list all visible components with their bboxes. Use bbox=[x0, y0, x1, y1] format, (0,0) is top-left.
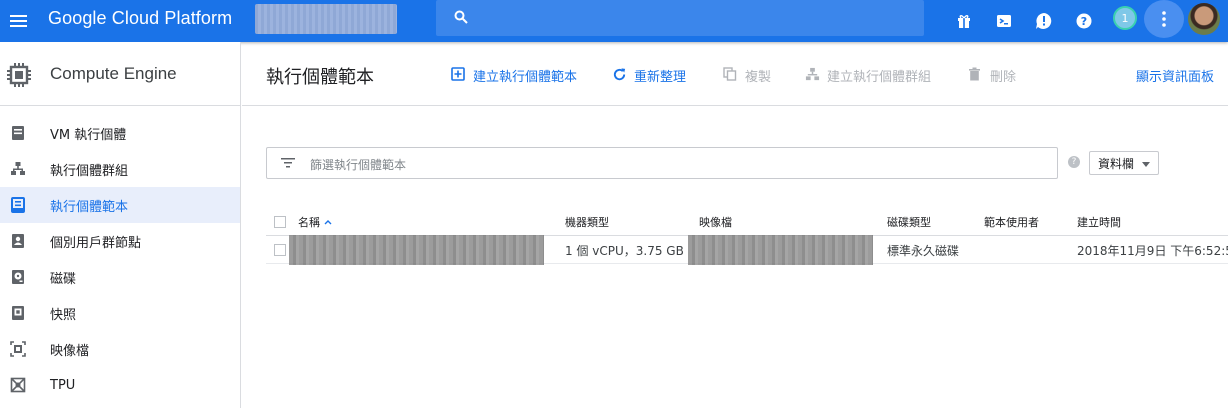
sidebar-item-label: 磁碟 bbox=[50, 271, 77, 287]
sole-tenant-icon bbox=[12, 234, 24, 248]
column-header-image[interactable]: 映像檔 bbox=[699, 208, 732, 236]
instance-groups-icon bbox=[805, 67, 821, 83]
column-header-in-use-by[interactable]: 範本使用者 bbox=[984, 208, 1039, 236]
add-box-icon bbox=[451, 67, 467, 83]
alert-icon[interactable] bbox=[1032, 9, 1056, 33]
delete-button[interactable]: 刪除 bbox=[968, 66, 1016, 85]
column-header-created[interactable]: 建立時間 bbox=[1077, 208, 1121, 236]
caret-down-icon bbox=[1142, 162, 1150, 167]
filter-input[interactable]: 篩選執行個體範本 bbox=[266, 147, 1058, 179]
machine-type-cell: 1 個 vCPU，3.75 GB bbox=[565, 243, 684, 258]
sidebar-header: Compute Engine bbox=[0, 42, 240, 106]
cloud-shell-icon[interactable] bbox=[992, 9, 1016, 33]
disk-icon bbox=[12, 270, 24, 284]
snapshot-icon bbox=[12, 306, 24, 320]
sidebar-item-instance-groups[interactable]: 執行個體群組 bbox=[0, 151, 240, 187]
sidebar-item-disks[interactable]: 磁碟 bbox=[0, 259, 240, 295]
more-vert-icon[interactable] bbox=[1144, 0, 1184, 38]
svg-text:?: ? bbox=[1081, 15, 1087, 28]
tpu-icon bbox=[10, 377, 26, 393]
search-input[interactable] bbox=[436, 0, 924, 36]
show-info-panel-link[interactable]: 顯示資訊面板 bbox=[1136, 66, 1214, 85]
sidebar-item-label: 執行個體群組 bbox=[50, 163, 129, 179]
disk-type-cell: 標準永久磁碟 bbox=[887, 243, 960, 258]
notifications-badge[interactable]: 1 bbox=[1113, 6, 1137, 30]
row-checkbox[interactable] bbox=[274, 244, 286, 256]
refresh-button[interactable]: 重新整理 bbox=[612, 66, 686, 85]
sidebar-item-label: 快照 bbox=[50, 307, 77, 323]
column-header-disk-type[interactable]: 磁碟類型 bbox=[887, 208, 931, 236]
sidebar-item-label: 映像檔 bbox=[50, 343, 90, 359]
sidebar-item-instance-templates[interactable]: 執行個體範本 bbox=[0, 187, 240, 223]
sidebar: Compute Engine VM 執行個體 執行個體群組 執行個體範本 個別用… bbox=[0, 42, 241, 408]
compute-engine-icon bbox=[7, 63, 31, 87]
main-content: 執行個體範本 建立執行個體範本 重新整理 複製 建立執行個體群組 刪除 顯示資訊… bbox=[242, 42, 1228, 408]
gift-icon[interactable] bbox=[952, 9, 976, 33]
sidebar-item-tpu[interactable]: TPU bbox=[0, 367, 240, 403]
refresh-icon bbox=[612, 67, 628, 83]
create-instance-group-button[interactable]: 建立執行個體群組 bbox=[805, 66, 931, 85]
sidebar-item-label: VM 執行個體 bbox=[50, 127, 127, 143]
copy-button[interactable]: 複製 bbox=[723, 66, 771, 85]
help-icon[interactable]: ? bbox=[1068, 156, 1080, 168]
image-icon bbox=[10, 341, 26, 357]
table-row[interactable]: 1 個 vCPU，3.75 GB 標準永久磁碟 2018年11月9日 下午6:5… bbox=[266, 235, 1228, 265]
sidebar-item-label: 個別用戶群節點 bbox=[50, 235, 142, 251]
sidebar-nav: VM 執行個體 執行個體群組 執行個體範本 個別用戶群節點 磁碟 快照 映像檔 bbox=[0, 106, 240, 403]
templates-table: 名稱 機器類型 映像檔 磁碟類型 範本使用者 建立時間 1 個 vCPU，3.7… bbox=[266, 208, 1228, 265]
created-cell: 2018年11月9日 下午6:52:58 bbox=[1077, 243, 1228, 258]
sort-up-icon bbox=[324, 220, 332, 225]
table-header: 名稱 機器類型 映像檔 磁碟類型 範本使用者 建立時間 bbox=[266, 208, 1228, 236]
vm-icon bbox=[12, 126, 24, 140]
sidebar-item-vm-instances[interactable]: VM 執行個體 bbox=[0, 115, 240, 151]
menu-icon[interactable] bbox=[8, 9, 32, 33]
toolbar: 執行個體範本 建立執行個體範本 重新整理 複製 建立執行個體群組 刪除 顯示資訊… bbox=[242, 42, 1228, 106]
instance-template-icon bbox=[11, 197, 25, 213]
page-title: 執行個體範本 bbox=[266, 67, 374, 88]
instance-groups-icon bbox=[11, 162, 25, 175]
select-all-checkbox[interactable] bbox=[274, 216, 286, 228]
filter-placeholder: 篩選執行個體範本 bbox=[310, 158, 407, 172]
avatar[interactable] bbox=[1188, 3, 1220, 35]
image-redacted bbox=[688, 235, 873, 265]
product-title: Compute Engine bbox=[50, 64, 177, 83]
filter-icon bbox=[281, 158, 295, 168]
sidebar-item-snapshots[interactable]: 快照 bbox=[0, 295, 240, 331]
copy-icon bbox=[723, 67, 739, 83]
search-icon bbox=[454, 10, 468, 24]
create-template-button[interactable]: 建立執行個體範本 bbox=[451, 66, 577, 85]
sidebar-item-label: 執行個體範本 bbox=[50, 199, 129, 215]
top-bar: Google Cloud Platform ? 1 bbox=[0, 0, 1228, 42]
sidebar-item-images[interactable]: 映像檔 bbox=[0, 331, 240, 367]
template-name-redacted[interactable] bbox=[289, 235, 544, 265]
project-selector-redacted[interactable] bbox=[255, 4, 397, 34]
help-icon[interactable]: ? bbox=[1072, 9, 1096, 33]
brand-title[interactable]: Google Cloud Platform bbox=[48, 8, 232, 29]
sidebar-item-sole-tenant-nodes[interactable]: 個別用戶群節點 bbox=[0, 223, 240, 259]
column-header-machine-type[interactable]: 機器類型 bbox=[565, 208, 609, 236]
column-header-name[interactable]: 名稱 bbox=[298, 208, 333, 236]
columns-button[interactable]: 資料欄 bbox=[1089, 151, 1159, 175]
trash-icon bbox=[968, 67, 984, 83]
sidebar-item-label: TPU bbox=[50, 377, 76, 393]
